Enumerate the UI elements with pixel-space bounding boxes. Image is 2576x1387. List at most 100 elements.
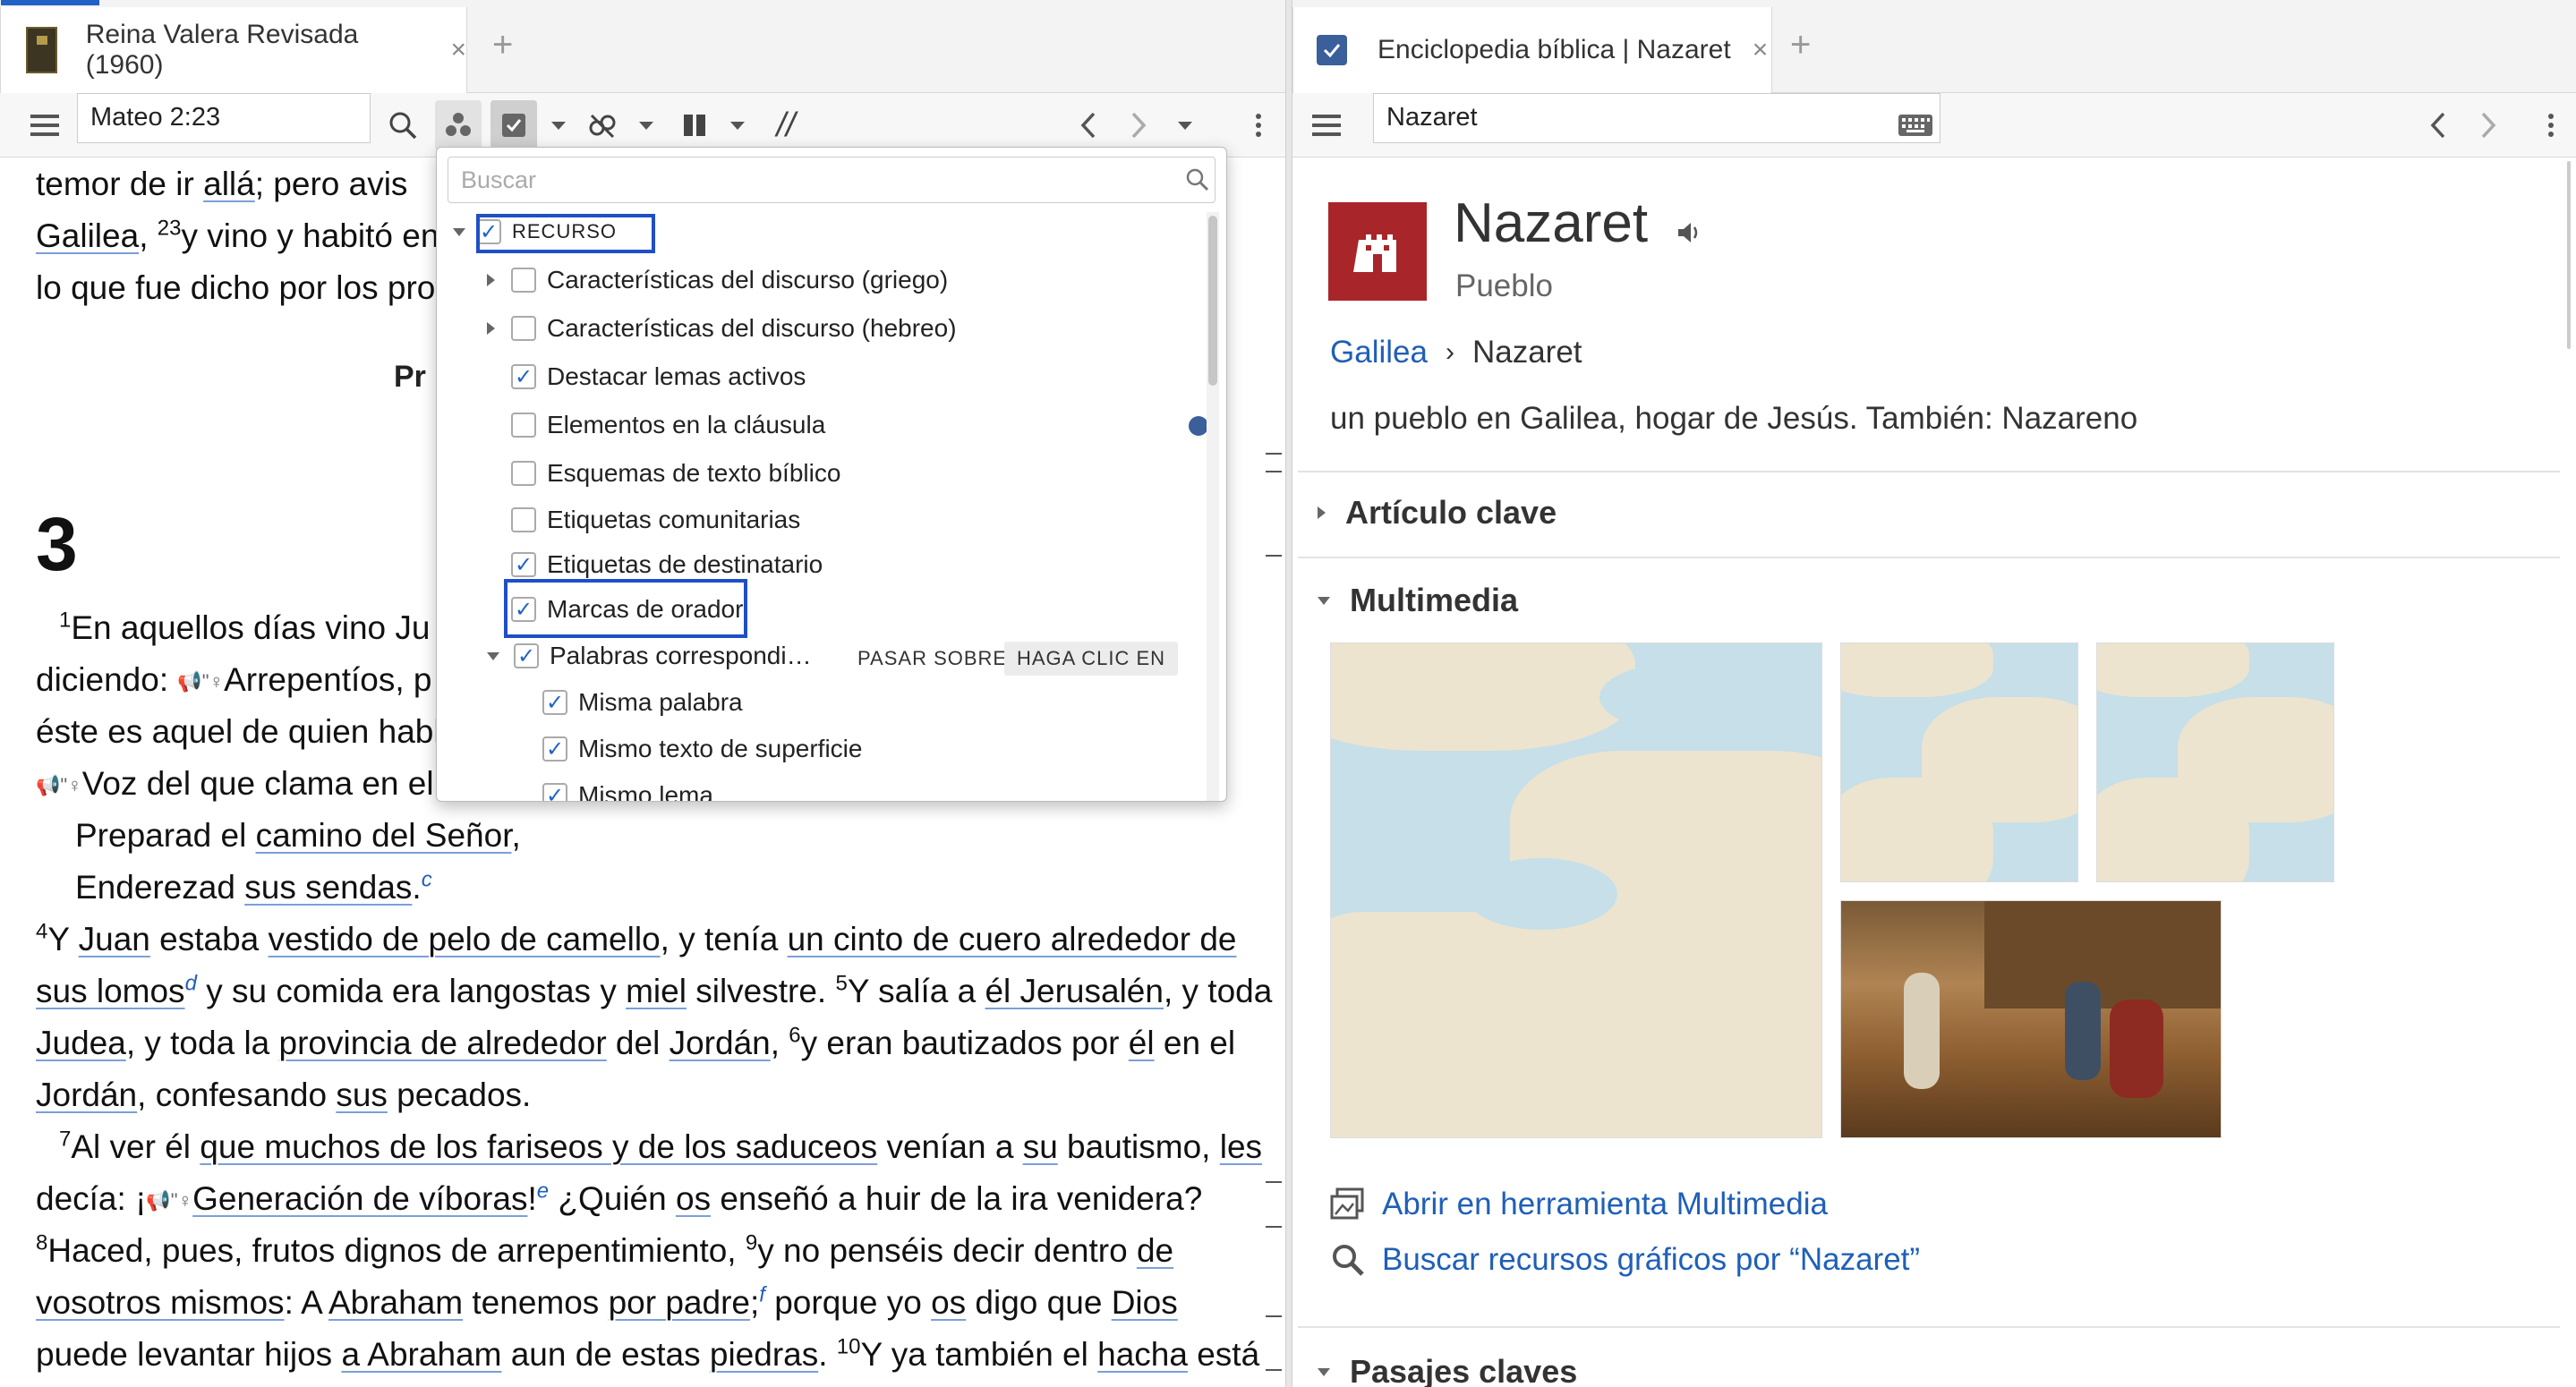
option-discurso-griego[interactable]: Características del discurso (griego) bbox=[487, 262, 948, 298]
place-type-icon bbox=[1328, 202, 1427, 301]
scroll-marker bbox=[1266, 555, 1282, 557]
expand-icon[interactable] bbox=[1318, 506, 1326, 519]
text-line: Judea, y toda la provincia de alrededor … bbox=[36, 1023, 1236, 1061]
checkbox[interactable]: ✓ bbox=[542, 736, 567, 762]
back-icon[interactable] bbox=[2420, 93, 2456, 157]
article-title: Nazaret bbox=[1454, 191, 1702, 259]
tab-title: Reina Valera Revisada (1960) bbox=[85, 20, 359, 80]
option-esquemas[interactable]: Esquemas de texto bíblico bbox=[511, 455, 840, 491]
option-discurso-hebreo[interactable]: Características del discurso (hebreo) bbox=[487, 311, 957, 346]
breadcrumb: Galilea › Nazaret bbox=[1330, 335, 1582, 370]
text-line: puede levantar hijos a Abraham aun de es… bbox=[36, 1334, 1260, 1373]
checkbox[interactable]: ✓ bbox=[514, 643, 539, 668]
click-mode-button[interactable]: HAGA CLIC EN bbox=[1004, 642, 1179, 676]
expand-icon[interactable] bbox=[487, 322, 495, 335]
collapse-icon[interactable] bbox=[453, 227, 465, 236]
option-elementos-clausula[interactable]: Elementos en la cláusula bbox=[511, 407, 825, 443]
breadcrumb-separator: › bbox=[1445, 337, 1454, 367]
option-palabras-correspondientes[interactable]: ✓ Palabras correspondi… bbox=[487, 638, 812, 674]
text-line: temor de ir allá; pero avis bbox=[36, 166, 408, 202]
highlight-box-recurso bbox=[476, 214, 655, 253]
pronunciation-icon[interactable] bbox=[1676, 195, 1702, 259]
text-line: Galilea, 23y vino y habitó en bbox=[36, 216, 439, 254]
section-multimedia[interactable]: Multimedia bbox=[1318, 582, 1518, 619]
text-line: 1En aquellos días vino Ju bbox=[59, 608, 431, 646]
menu-icon[interactable] bbox=[27, 93, 63, 157]
option-mismo-lema[interactable]: ✓ Mismo lema bbox=[542, 778, 713, 801]
scroll-marker bbox=[1266, 1369, 1282, 1371]
breadcrumb-parent-link[interactable]: Galilea bbox=[1330, 335, 1428, 370]
hover-mode-button[interactable]: PASAR SOBRE bbox=[845, 642, 1019, 676]
map-thumbnail-large[interactable] bbox=[1330, 642, 1822, 1138]
tab-close-icon[interactable]: × bbox=[450, 35, 466, 65]
add-tab-icon[interactable]: + bbox=[1790, 27, 1811, 63]
option-misma-palabra[interactable]: ✓ Misma palabra bbox=[542, 685, 743, 720]
section-pasajes-claves[interactable]: Pasajes claves bbox=[1318, 1353, 1577, 1387]
right-scrollbar[interactable] bbox=[2567, 161, 2571, 349]
option-etiquetas-destinatario[interactable]: ✓ Etiquetas de destinatario bbox=[511, 547, 823, 583]
tab-enciclopedia[interactable]: Enciclopedia bíblica | Nazaret × bbox=[1292, 7, 1772, 93]
divider bbox=[1298, 557, 2560, 558]
reference-input[interactable]: Mateo 2:23 bbox=[77, 93, 371, 143]
checkbox[interactable] bbox=[511, 413, 536, 438]
tab-reina-valera[interactable]: Reina Valera Revisada (1960) × bbox=[0, 0, 467, 93]
article-description: un pueblo en Galilea, hogar de Jesús. Ta… bbox=[1330, 401, 2138, 436]
checkbox[interactable] bbox=[511, 507, 536, 532]
visual-filters-icon[interactable] bbox=[435, 100, 482, 150]
pane-divider[interactable] bbox=[1285, 0, 1292, 1387]
section-articulo-clave[interactable]: Artículo clave bbox=[1318, 494, 1557, 532]
text-line: Enderezad sus sendas.c bbox=[75, 867, 432, 906]
scroll-marker bbox=[1266, 1226, 1282, 1228]
checkbox[interactable] bbox=[511, 461, 536, 486]
checkbox[interactable] bbox=[511, 316, 536, 341]
encyclopedia-pane: Enciclopedia bíblica | Nazaret × + Nazar… bbox=[1292, 0, 2576, 1387]
search-graphics-link[interactable]: Buscar recursos gráficos por “Nazaret” bbox=[1330, 1242, 1920, 1278]
chapter-number: 3 bbox=[36, 502, 78, 586]
checkbox[interactable]: ✓ bbox=[542, 690, 567, 715]
display-options-icon[interactable] bbox=[490, 100, 537, 150]
collapse-icon[interactable] bbox=[1318, 1367, 1330, 1376]
divider bbox=[1298, 471, 2560, 472]
checkbox[interactable]: ✓ bbox=[511, 364, 536, 389]
topic-search-input[interactable]: Nazaret bbox=[1373, 93, 1941, 143]
forward-icon[interactable] bbox=[2470, 93, 2506, 157]
text-line: 📢"♀Voz del que clama en el bbox=[36, 765, 434, 802]
collapse-icon[interactable] bbox=[487, 651, 499, 660]
text-line: vosotros mismos: A Abraham tenemos por p… bbox=[36, 1282, 1178, 1321]
tab-close-icon[interactable]: × bbox=[1753, 35, 1769, 65]
text-line: diciendo: 📢"♀Arrepentíos, p bbox=[36, 661, 432, 698]
map-thumbnail[interactable] bbox=[1840, 642, 2078, 882]
panel-menu-icon[interactable] bbox=[1248, 93, 1269, 157]
keyboard-icon[interactable] bbox=[1896, 93, 1935, 157]
dropdown-search-input[interactable]: Buscar bbox=[448, 157, 1215, 203]
checkbox[interactable]: ✓ bbox=[542, 783, 567, 801]
open-multimedia-link[interactable]: Abrir en herramienta Multimedia bbox=[1330, 1187, 1828, 1222]
text-line: sus lomosd y su comida era langostas y m… bbox=[36, 971, 1273, 1009]
option-mismo-texto[interactable]: ✓ Mismo texto de superficie bbox=[542, 731, 862, 767]
panel-menu-icon[interactable] bbox=[2540, 93, 2562, 157]
speaker-mark-icon[interactable]: 📢"♀ bbox=[146, 1189, 192, 1212]
dropdown-scroll-thumb[interactable] bbox=[1208, 216, 1217, 386]
speaker-mark-icon[interactable]: 📢"♀ bbox=[177, 670, 224, 693]
map-thumbnail[interactable] bbox=[2096, 642, 2334, 882]
option-destacar-lemas[interactable]: ✓ Destacar lemas activos bbox=[511, 359, 806, 395]
search-icon[interactable] bbox=[383, 93, 422, 157]
menu-icon[interactable] bbox=[1309, 93, 1344, 157]
collapse-icon[interactable] bbox=[1318, 596, 1330, 605]
search-icon bbox=[1333, 1245, 1364, 1276]
add-tab-icon[interactable]: + bbox=[492, 27, 513, 63]
option-etiquetas-comunitarias[interactable]: Etiquetas comunitarias bbox=[511, 502, 800, 538]
left-tabbar: Reina Valera Revisada (1960) × + bbox=[0, 0, 1285, 93]
checkbox[interactable] bbox=[511, 268, 536, 293]
painting-thumbnail[interactable] bbox=[1840, 900, 2222, 1138]
highlight-box-marcas bbox=[504, 579, 747, 638]
display-options-dropdown: Buscar ✓ RECURSO Características del dis… bbox=[436, 147, 1227, 802]
scroll-marker bbox=[1266, 471, 1282, 472]
speaker-mark-icon[interactable]: 📢"♀ bbox=[36, 774, 82, 796]
info-dot-icon[interactable] bbox=[1189, 416, 1208, 436]
expand-icon[interactable] bbox=[487, 274, 495, 286]
checkbox[interactable]: ✓ bbox=[511, 552, 536, 577]
tab-checkbox-icon bbox=[1317, 35, 1347, 65]
text-line: 7Al ver él que muchos de los fariseos y … bbox=[59, 1127, 1263, 1165]
text-line: Jordán, confesando sus pecados. bbox=[36, 1076, 532, 1113]
